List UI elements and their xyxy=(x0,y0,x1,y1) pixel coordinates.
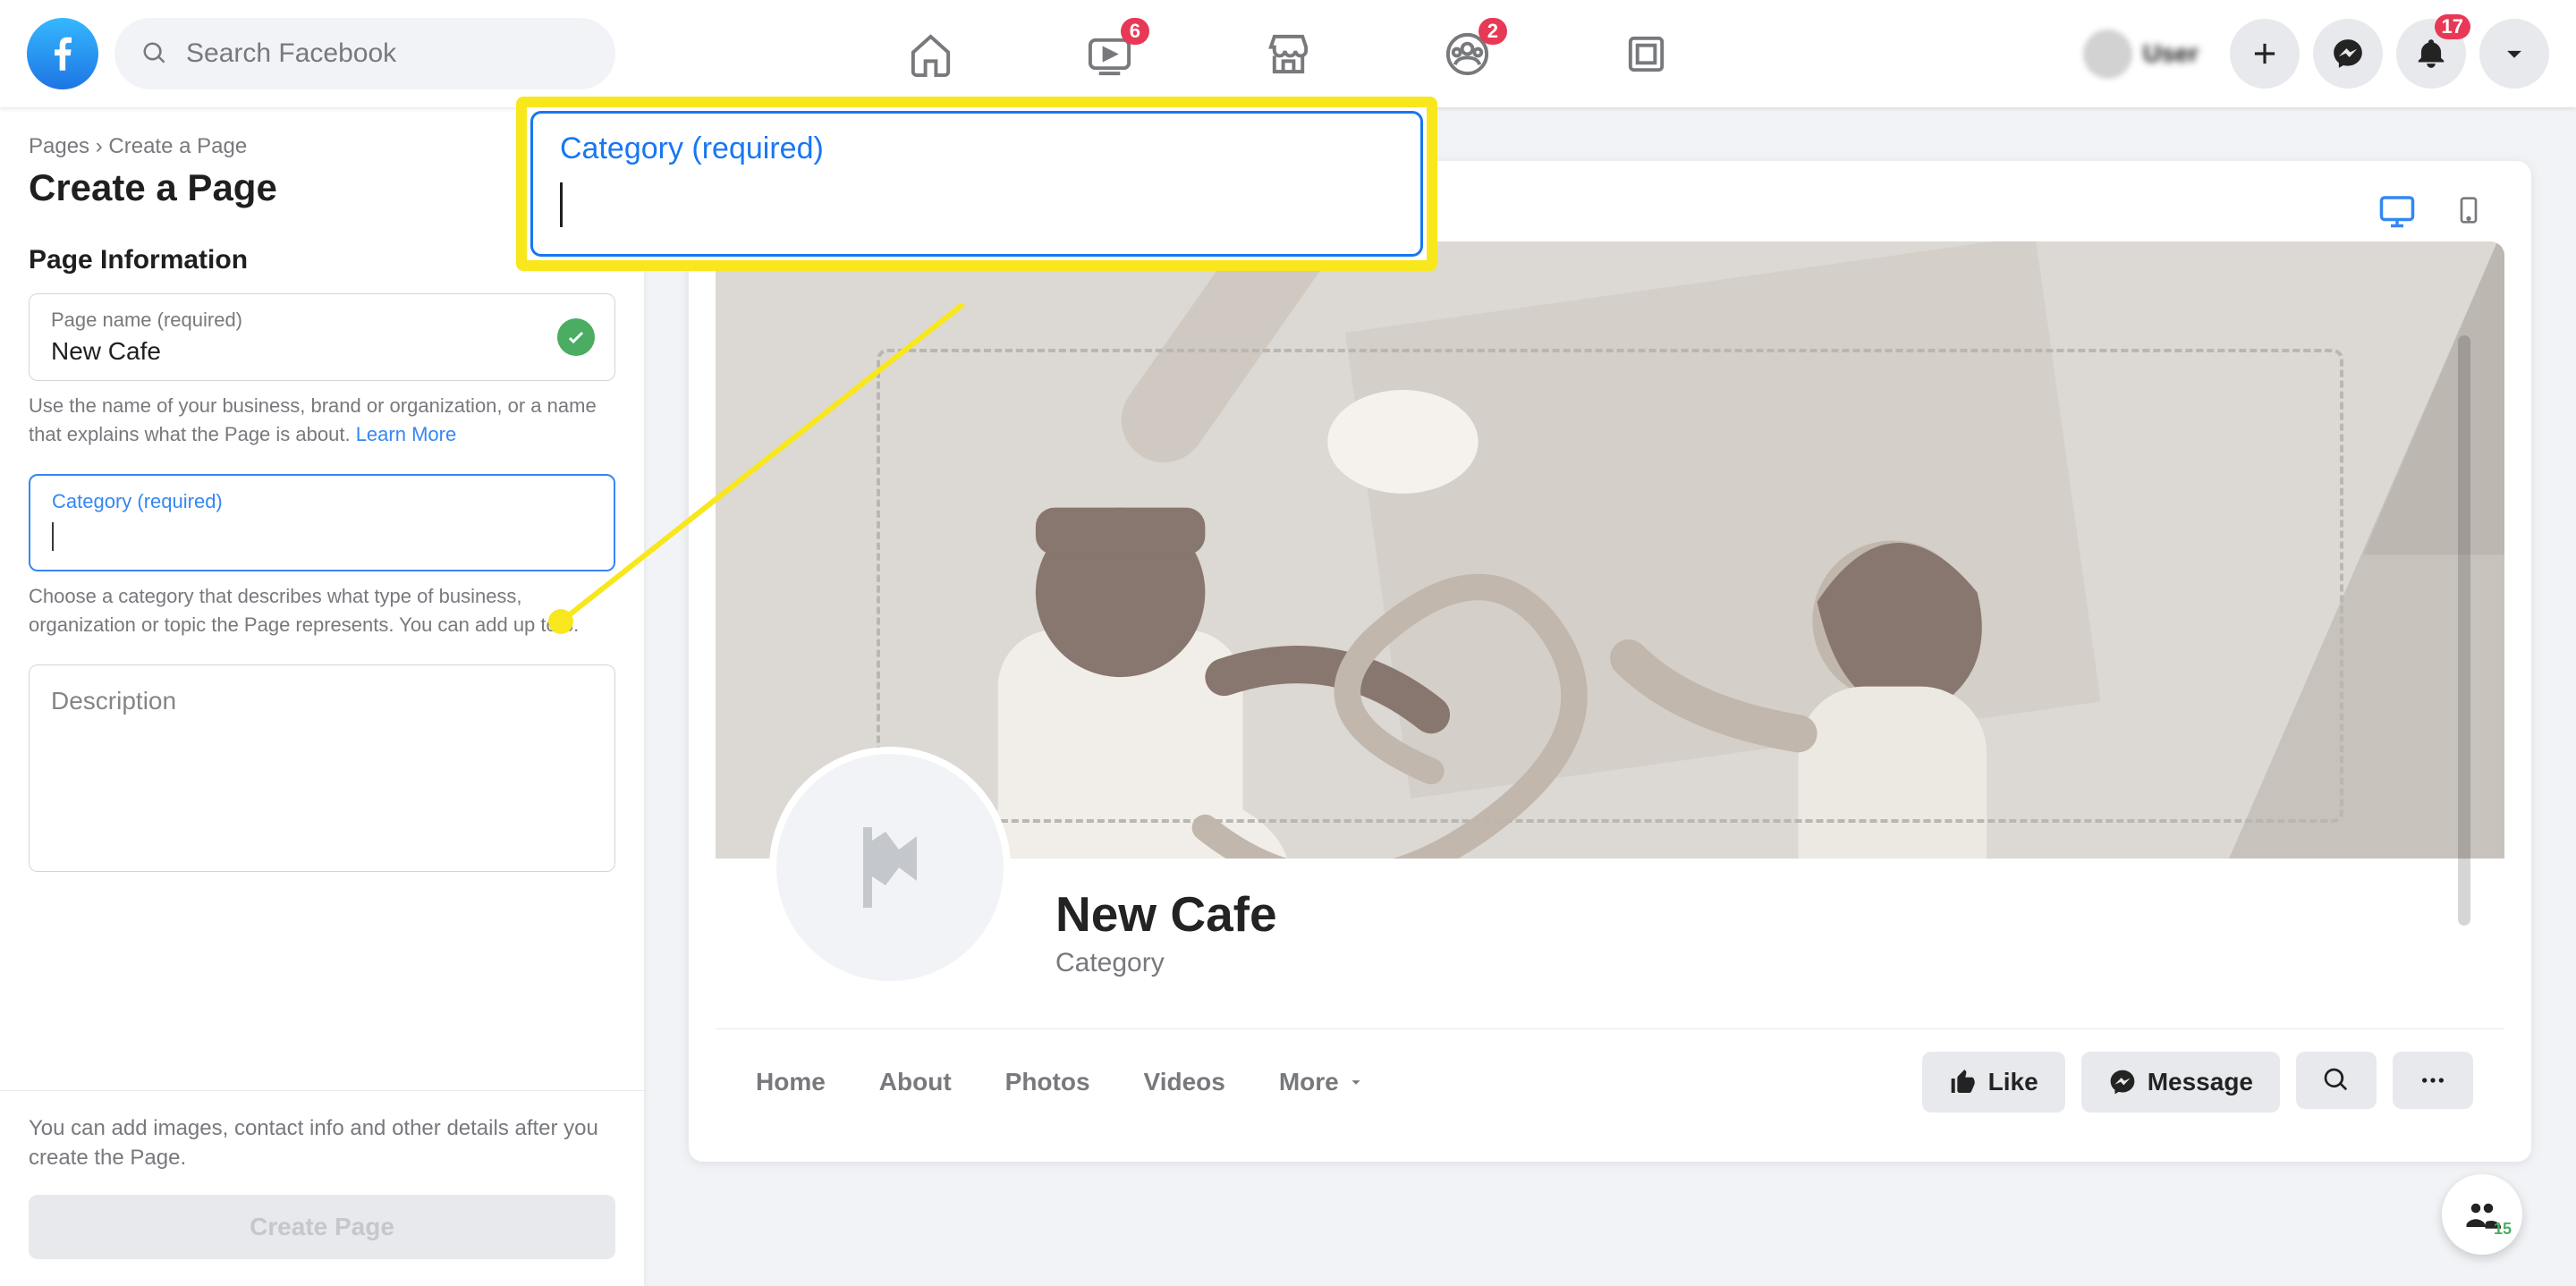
preview-area: New Cafe Category Home About Photos Vide… xyxy=(644,107,2576,1286)
tab-photos[interactable]: Photos xyxy=(996,1057,1099,1107)
desktop-icon xyxy=(2378,191,2416,229)
footer-text: You can add images, contact info and oth… xyxy=(29,1113,615,1173)
more-actions-button[interactable] xyxy=(2393,1052,2473,1109)
notifications-badge: 17 xyxy=(2435,14,2470,39)
profile-chip[interactable]: User xyxy=(2076,22,2216,86)
nav-watch[interactable]: 6 xyxy=(1020,9,1199,98)
tab-about[interactable]: About xyxy=(870,1057,961,1107)
top-nav: Search Facebook 6 2 User xyxy=(0,0,2576,107)
sidebar: Pages › Create a Page Create a Page Page… xyxy=(0,107,644,1286)
category-label: Category (required) xyxy=(52,490,592,513)
message-button[interactable]: Message xyxy=(2081,1052,2280,1113)
preview-card: New Cafe Category Home About Photos Vide… xyxy=(689,161,2531,1162)
caret-down-icon xyxy=(1346,1072,1366,1092)
search-icon-small xyxy=(2322,1066,2351,1095)
marketplace-icon xyxy=(1264,30,1313,79)
page-avatar xyxy=(769,747,1011,988)
preview-page-name: New Cafe xyxy=(1055,885,2504,943)
avatar-wrap xyxy=(769,747,1011,988)
plus-icon xyxy=(2248,37,2282,71)
ellipsis-icon xyxy=(2419,1066,2447,1095)
float-badge: 15 xyxy=(2494,1220,2512,1239)
category-callout: Category (required) xyxy=(516,97,1437,271)
nav-marketplace[interactable] xyxy=(1199,9,1377,98)
page-tabs: Home About Photos Videos More Like Messa… xyxy=(716,1028,2504,1135)
like-button[interactable]: Like xyxy=(1922,1052,2065,1113)
callout-inner: Category (required) xyxy=(530,111,1423,257)
learn-more-link[interactable]: Learn More xyxy=(356,423,457,445)
new-message-button[interactable]: 15 xyxy=(2442,1174,2522,1255)
nav-groups[interactable]: 2 xyxy=(1377,9,1556,98)
nav-right: User 17 xyxy=(2076,19,2549,89)
bell-icon xyxy=(2414,37,2448,71)
facebook-logo[interactable] xyxy=(27,18,98,89)
text-cursor xyxy=(52,522,54,551)
tab-actions: Like Message xyxy=(1922,1052,2473,1113)
preview-scrollbar[interactable] xyxy=(2458,335,2470,926)
thumbs-up-icon xyxy=(1949,1068,1978,1096)
cover-dropzone xyxy=(877,349,2343,823)
sidebar-footer: You can add images, contact info and oth… xyxy=(0,1090,644,1259)
mobile-preview-button[interactable] xyxy=(2442,188,2496,233)
page-name-help: Use the name of your business, brand or … xyxy=(29,392,615,449)
gaming-icon xyxy=(1622,30,1671,79)
check-icon xyxy=(557,318,595,356)
messenger-small-icon xyxy=(2108,1068,2137,1096)
search-placeholder: Search Facebook xyxy=(186,38,396,69)
nav-center: 6 2 xyxy=(841,9,1735,98)
nav-home[interactable] xyxy=(841,9,1020,98)
create-page-button[interactable]: Create Page xyxy=(29,1195,615,1259)
breadcrumb-create[interactable]: Create a Page xyxy=(108,134,247,158)
groups-badge: 2 xyxy=(1479,18,1507,45)
category-field[interactable]: Category (required) xyxy=(29,474,615,571)
create-button[interactable] xyxy=(2230,19,2300,89)
tab-videos[interactable]: Videos xyxy=(1135,1057,1234,1107)
preview-page-category: Category xyxy=(1055,948,2504,978)
account-button[interactable] xyxy=(2479,19,2549,89)
page-name-label: Page name (required) xyxy=(51,309,593,332)
flag-icon xyxy=(836,814,944,921)
desktop-preview-button[interactable] xyxy=(2370,188,2424,233)
search-page-button[interactable] xyxy=(2296,1052,2377,1109)
category-help: Choose a category that describes what ty… xyxy=(29,582,615,639)
breadcrumb-pages[interactable]: Pages xyxy=(29,134,89,158)
watch-badge: 6 xyxy=(1121,18,1149,45)
chevron-down-icon xyxy=(2497,37,2531,71)
tab-home[interactable]: Home xyxy=(747,1057,835,1107)
search-input[interactable]: Search Facebook xyxy=(114,18,615,89)
notifications-button[interactable]: 17 xyxy=(2396,19,2466,89)
mobile-icon xyxy=(2454,191,2483,229)
page-name-input[interactable] xyxy=(51,332,593,366)
callout-cursor xyxy=(560,182,563,227)
callout-label: Category (required) xyxy=(560,131,1394,166)
description-field[interactable] xyxy=(29,664,615,872)
page-name-field[interactable]: Page name (required) xyxy=(29,293,615,381)
nav-gaming[interactable] xyxy=(1556,9,1735,98)
home-icon xyxy=(906,30,955,79)
profile-name: User xyxy=(2143,39,2199,68)
search-icon xyxy=(141,40,168,67)
avatar xyxy=(2083,30,2132,79)
messenger-icon xyxy=(2331,37,2365,71)
description-input[interactable] xyxy=(51,687,593,852)
messenger-button[interactable] xyxy=(2313,19,2383,89)
main: Pages › Create a Page Create a Page Page… xyxy=(0,107,2576,1286)
tab-more[interactable]: More xyxy=(1270,1057,1375,1107)
